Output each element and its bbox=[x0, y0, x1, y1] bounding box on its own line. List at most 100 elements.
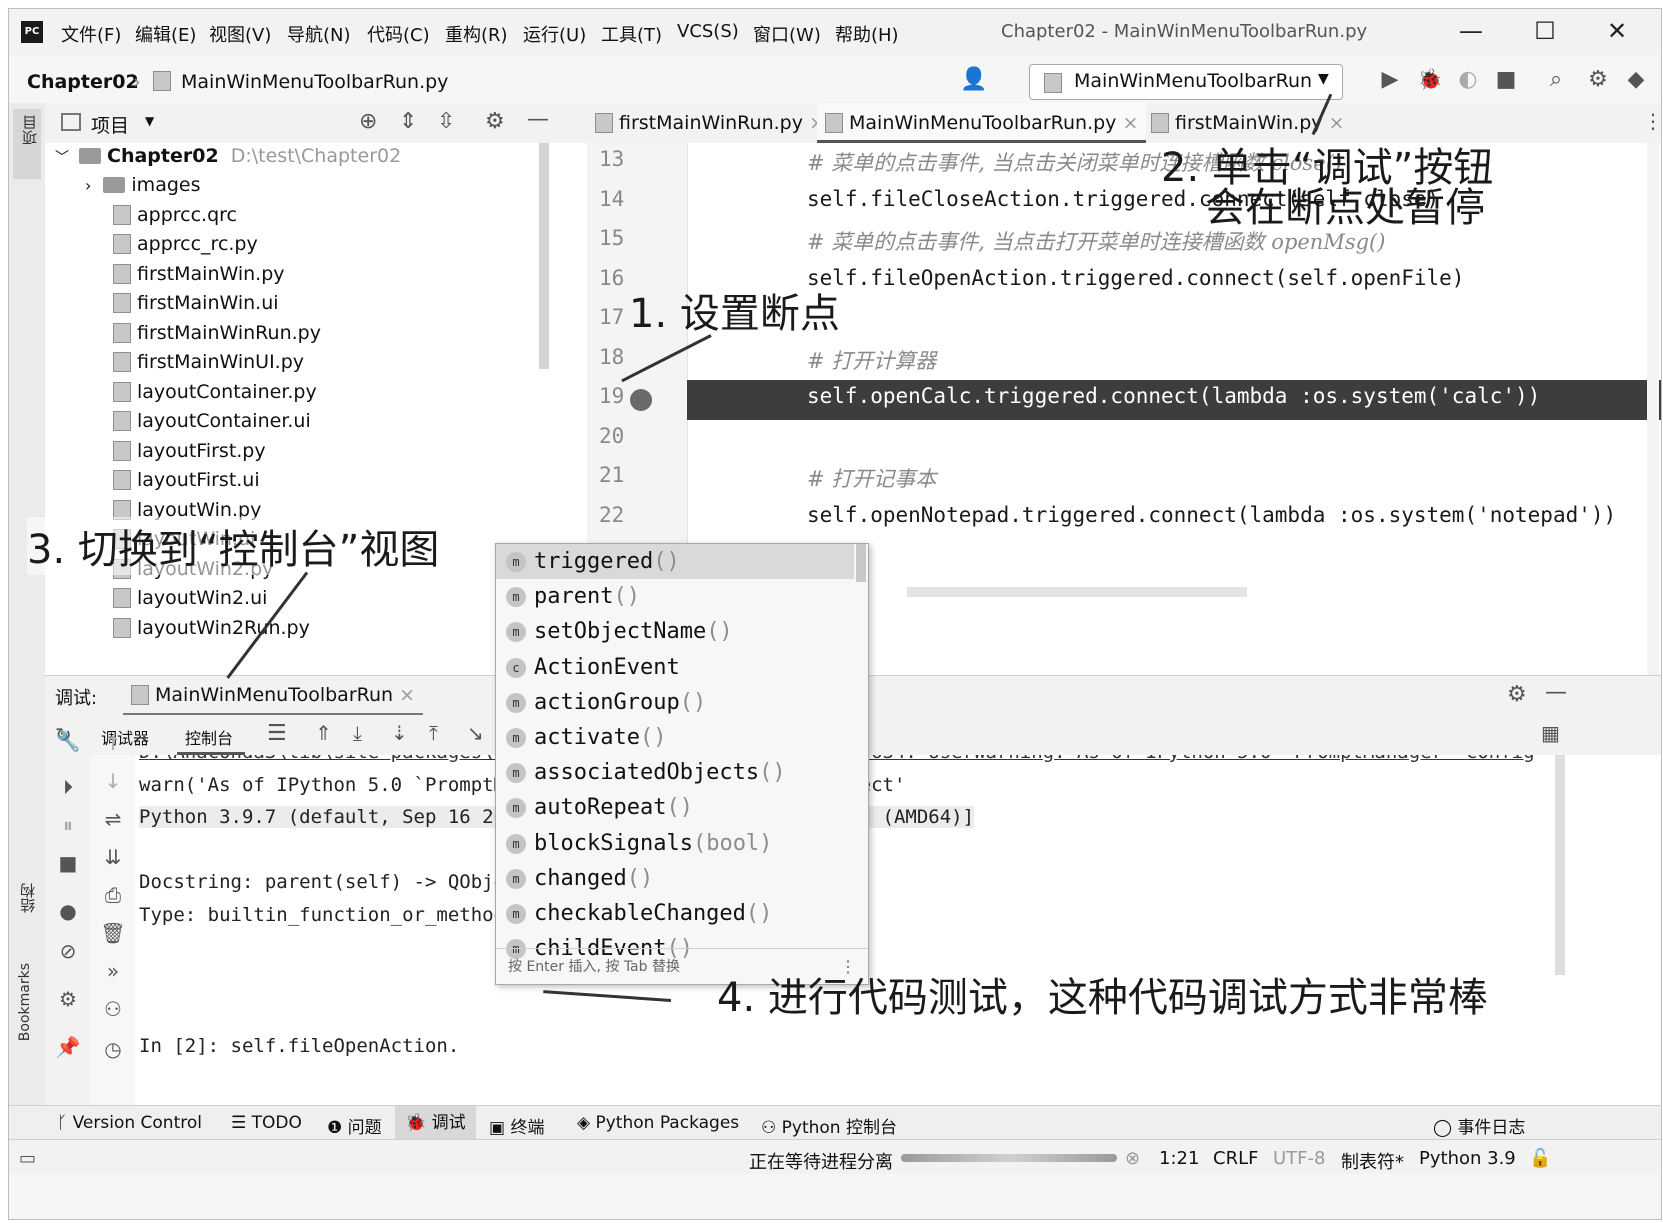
completion-item[interactable]: m parent() bbox=[496, 579, 854, 614]
tab-console[interactable]: 控制台 bbox=[185, 725, 233, 749]
expand-all-icon[interactable]: ⇕ bbox=[399, 109, 417, 134]
completion-item[interactable]: c ActionEvent bbox=[496, 650, 854, 685]
completion-item[interactable]: m associatedObjects() bbox=[496, 755, 854, 790]
project-panel-title[interactable]: 项目 bbox=[91, 111, 129, 138]
tree-file[interactable]: firstMainWin.ui bbox=[113, 289, 279, 317]
mute-breakpoints-icon[interactable]: ⊘ bbox=[53, 939, 83, 963]
tree-file[interactable]: layoutFirst.py bbox=[113, 437, 266, 465]
resume-icon[interactable]: ⏵ bbox=[53, 775, 83, 799]
tool-debug[interactable]: 🐞 调试 bbox=[395, 1106, 476, 1140]
gear-icon[interactable]: ⚙ bbox=[1507, 682, 1527, 707]
tree-root[interactable]: ﹀ Chapter02 D:\test\Chapter02 bbox=[55, 143, 401, 170]
menu-edit[interactable]: 编辑(E) bbox=[135, 21, 196, 47]
scroll-to-end-icon[interactable]: ⇊ bbox=[98, 845, 128, 869]
completion-item[interactable]: m setObjectName() bbox=[496, 614, 854, 649]
tab-first-main-win-run[interactable]: firstMainWinRun.py × bbox=[587, 103, 833, 143]
menu-help[interactable]: 帮助(H) bbox=[835, 21, 899, 47]
tool-event-log[interactable]: ◯ 事件日志 bbox=[1433, 1113, 1525, 1138]
pin-icon[interactable]: 📌 bbox=[53, 1035, 83, 1059]
show-execution-point-icon[interactable]: ⇑ bbox=[315, 721, 332, 745]
menu-window[interactable]: 窗口(W) bbox=[753, 21, 821, 47]
view-breakpoints-icon[interactable]: ● bbox=[53, 899, 83, 923]
menu-view[interactable]: 视图(V) bbox=[209, 21, 271, 47]
status-line-separator[interactable]: CRLF bbox=[1213, 1148, 1258, 1169]
close-tab-icon[interactable]: × bbox=[1329, 112, 1345, 134]
soft-wrap-icon[interactable]: ⇌ bbox=[98, 807, 128, 831]
gear-icon[interactable]: ⚙ bbox=[1583, 67, 1613, 92]
coverage-icon[interactable]: ◐ bbox=[1453, 67, 1483, 92]
python-console-icon[interactable]: ⚇ bbox=[98, 997, 128, 1021]
close-tab-icon[interactable]: × bbox=[399, 684, 415, 706]
tree-file[interactable]: layoutContainer.ui bbox=[113, 407, 311, 435]
more-icon[interactable]: » bbox=[98, 959, 128, 983]
console-v-scrollbar[interactable] bbox=[1555, 755, 1565, 975]
hide-panel-icon[interactable]: — bbox=[1545, 680, 1567, 705]
gear-icon[interactable]: ⚙ bbox=[53, 987, 83, 1011]
lock-icon[interactable]: 🔓 bbox=[1529, 1148, 1551, 1169]
print-icon[interactable]: ⎙ bbox=[98, 883, 128, 907]
run-icon[interactable]: ▶ bbox=[1375, 67, 1405, 92]
debug-console[interactable]: D:\Anaconda3\lib\site-packages\IPython\c… bbox=[135, 755, 1661, 1155]
tree-file[interactable]: firstMainWinUI.py bbox=[113, 348, 304, 376]
minimize-button[interactable]: — bbox=[1451, 17, 1491, 45]
completion-item[interactable]: m actionGroup() bbox=[496, 685, 854, 720]
arrow-up-icon[interactable]: ↑ bbox=[98, 731, 128, 755]
popup-scrollbar[interactable] bbox=[856, 544, 866, 582]
tree-scrollbar[interactable] bbox=[539, 143, 549, 369]
close-button[interactable]: ✕ bbox=[1597, 17, 1637, 45]
status-position[interactable]: 1:21 bbox=[1159, 1148, 1199, 1169]
tree-file[interactable]: layoutFirst.ui bbox=[113, 466, 260, 494]
hide-panel-icon[interactable]: — bbox=[527, 107, 549, 132]
breadcrumb-project[interactable]: Chapter02 bbox=[27, 71, 139, 93]
search-icon[interactable]: ⌕ bbox=[1541, 67, 1571, 92]
bookmarks-tool-label[interactable]: Bookmarks bbox=[17, 963, 33, 1041]
menu-code[interactable]: 代码(C) bbox=[367, 21, 430, 47]
tool-python-packages[interactable]: ◈ Python Packages bbox=[577, 1113, 739, 1133]
tab-main-win-menu-toolbar-run[interactable]: MainWinMenuToolbarRun.py × bbox=[817, 103, 1147, 143]
tool-todo[interactable]: ☰ TODO bbox=[231, 1113, 302, 1133]
debug-run-tab[interactable]: MainWinMenuToolbarRun × bbox=[123, 676, 424, 716]
pause-icon[interactable]: ⏸ bbox=[53, 813, 83, 837]
status-encoding[interactable]: UTF-8 bbox=[1273, 1148, 1325, 1169]
step-over-icon[interactable]: ⤓ bbox=[353, 721, 362, 745]
project-tool-button[interactable]: 项目 bbox=[13, 109, 41, 179]
tree-file[interactable]: layoutContainer.py bbox=[113, 378, 317, 406]
tool-terminal[interactable]: ▣ 终端 bbox=[489, 1113, 544, 1138]
console-input-line[interactable]: In [2]: self.fileOpenAction. bbox=[139, 1035, 459, 1057]
user-icon[interactable]: 👤 bbox=[959, 67, 989, 92]
arrow-down-icon[interactable]: ↓ bbox=[98, 769, 128, 793]
menu-tools[interactable]: 工具(T) bbox=[601, 21, 662, 47]
trash-icon[interactable]: 🗑 bbox=[98, 921, 128, 945]
completion-item[interactable]: m triggered() bbox=[496, 544, 854, 579]
toggle-tool-windows-icon[interactable]: ▭ bbox=[19, 1148, 36, 1169]
status-interpreter[interactable]: Python 3.9 bbox=[1419, 1148, 1516, 1169]
settings-icon[interactable]: 🔧 bbox=[53, 729, 83, 753]
menu-icon[interactable]: ☰ bbox=[267, 721, 287, 746]
menu-navigate[interactable]: 导航(N) bbox=[287, 21, 351, 47]
menu-vcs[interactable]: VCS(S) bbox=[677, 21, 739, 42]
chevron-down-icon[interactable]: ▼ bbox=[145, 114, 154, 128]
tool-problems[interactable]: ❶ 问题 bbox=[327, 1113, 382, 1138]
tree-file[interactable]: layoutWin2.ui bbox=[113, 584, 267, 612]
maximize-button[interactable]: ☐ bbox=[1525, 17, 1565, 45]
stop-icon[interactable]: ■ bbox=[53, 851, 83, 875]
collapse-all-icon[interactable]: ⇳ bbox=[437, 109, 455, 134]
completion-item[interactable]: m blockSignals(bool) bbox=[496, 826, 854, 861]
locate-icon[interactable]: ⊕ bbox=[359, 109, 377, 134]
tree-file[interactable]: firstMainWinRun.py bbox=[113, 319, 321, 347]
status-indent[interactable]: 制表符* bbox=[1341, 1148, 1404, 1174]
code-completion-popup[interactable]: m triggered() m parent() m setObjectName() c Ac… bbox=[495, 543, 869, 985]
menu-run[interactable]: 运行(U) bbox=[523, 21, 586, 47]
editor-h-scrollbar[interactable] bbox=[907, 587, 1247, 597]
tree-folder-images[interactable]: › images bbox=[85, 171, 201, 199]
menu-refactor[interactable]: 重构(R) bbox=[445, 21, 508, 47]
menu-file[interactable]: 文件(F) bbox=[61, 21, 121, 47]
editor-v-scrollbar[interactable] bbox=[1647, 143, 1659, 675]
jetbrains-icon[interactable]: ◆ bbox=[1621, 67, 1651, 92]
structure-tool-label[interactable]: 结构 bbox=[17, 883, 38, 913]
tool-python-console[interactable]: ⚇ Python 控制台 bbox=[761, 1113, 897, 1138]
step-into-icon[interactable]: ⇣ bbox=[391, 721, 408, 745]
run-to-cursor-icon[interactable]: ↘ bbox=[467, 721, 484, 745]
run-config-selector[interactable]: MainWinMenuToolbarRun ▼ bbox=[1029, 64, 1343, 100]
history-icon[interactable]: ◷ bbox=[98, 1037, 128, 1061]
